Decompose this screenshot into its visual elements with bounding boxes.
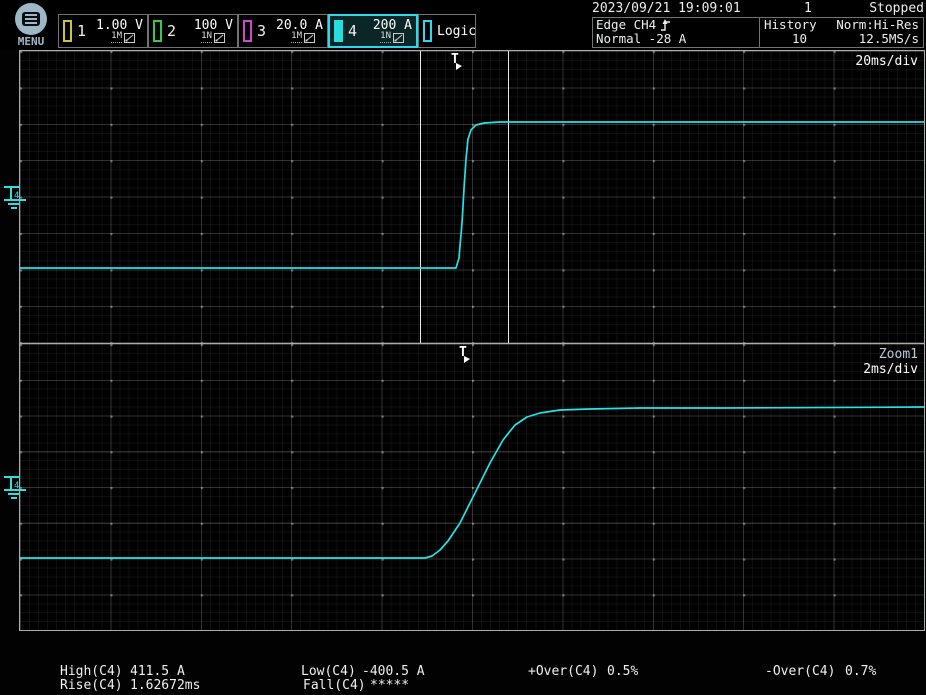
main-timebase-label: 20ms/div — [855, 54, 918, 69]
zoom-boundary-left[interactable] — [420, 51, 421, 343]
logic-color-swatch — [423, 20, 432, 42]
header-bar: MENU 1 1.00 V 1M 2 100 V 1N — [0, 0, 926, 50]
probe-icon — [393, 33, 404, 43]
hamburger-icon — [22, 12, 40, 26]
measurement-label: Rise(C4) — [60, 678, 123, 693]
channel-number: 2 — [167, 22, 176, 40]
main-graticule — [20, 51, 924, 343]
channel-coupling-label: 1N — [201, 32, 212, 43]
measurement-value: 411.5 A — [130, 664, 185, 679]
trigger-edge-label: Edge CH4 — [596, 18, 656, 32]
logic-button[interactable]: Logic — [418, 14, 476, 48]
zoom-window-title: Zoom1 — [863, 347, 918, 362]
channel-number: 3 — [257, 22, 266, 40]
channel-coupling-label: 1N — [380, 32, 391, 43]
main-waveform-window: T 20ms/div — [19, 50, 925, 343]
svg-text:4: 4 — [14, 191, 19, 201]
svg-text:4: 4 — [14, 481, 19, 491]
zoom-timebase-label: 2ms/div — [863, 362, 918, 377]
measurement-label: High(C4) — [60, 664, 123, 679]
zoom-graticule — [20, 344, 924, 630]
history-value: 10 — [764, 32, 807, 46]
channel-color-swatch — [63, 20, 72, 42]
channel-color-swatch — [153, 20, 162, 42]
measurement-label: -Over(C4) — [765, 664, 835, 679]
probe-icon — [304, 33, 315, 43]
measurement-value: 0.7% — [845, 664, 876, 679]
status-row: 2023/09/21 19:09:01 1 Stopped — [592, 1, 924, 16]
channel-number: 4 — [348, 22, 357, 40]
datetime-label: 2023/09/21 19:09:01 — [592, 1, 741, 16]
channel-coupling-label: 1M — [111, 32, 122, 43]
channel-box-2[interactable]: 2 100 V 1N — [148, 14, 238, 48]
ch4-ground-level-marker[interactable]: 4 — [1, 184, 31, 216]
trigger-mode-label: Normal -28 A — [596, 32, 756, 46]
logic-label: Logic — [437, 24, 476, 39]
ch4-ground-level-marker-zoom[interactable]: 4 — [1, 474, 31, 506]
zoom-boundary-right[interactable] — [508, 51, 509, 343]
menu-label: MENU — [8, 35, 54, 48]
measurement-value: 0.5% — [607, 664, 638, 679]
trigger-position-marker[interactable]: T — [450, 52, 466, 74]
channel-scale-value: 100 V — [194, 19, 233, 32]
channel-color-swatch — [243, 20, 252, 42]
measurement-value: -400.5 A — [362, 664, 425, 679]
trigger-info[interactable]: Edge CH4 Normal -28 A — [593, 18, 759, 47]
probe-icon — [124, 33, 135, 43]
history-label: History — [764, 18, 817, 32]
zoom-trigger-position-marker[interactable]: T — [458, 345, 474, 367]
sample-rate-label: 12.5MS/s — [859, 32, 919, 46]
run-status-label: Stopped — [869, 1, 924, 16]
measurement-label: Fall(C4) — [303, 678, 366, 693]
channel-coupling-label: 1M — [291, 32, 302, 43]
acquisition-info[interactable]: History Norm:Hi-Res 10 12.5MS/s — [759, 18, 923, 47]
channel-color-swatch — [334, 20, 343, 42]
channel-scale-value: 200 A — [373, 19, 412, 32]
channel-number: 1 — [77, 22, 86, 40]
acquisition-number: 1 — [804, 1, 812, 16]
trigger-acquisition-box[interactable]: Edge CH4 Normal -28 A History Norm:Hi-Re… — [592, 17, 924, 48]
acq-mode-label: Norm:Hi-Res — [836, 18, 919, 32]
measurement-value: ***** — [370, 678, 409, 693]
channel-box-3[interactable]: 3 20.0 A 1M — [238, 14, 328, 48]
measurement-value: 1.62672ms — [130, 678, 200, 693]
measurement-label: +Over(C4) — [528, 664, 598, 679]
rising-edge-icon — [660, 19, 672, 32]
menu-circle — [15, 3, 47, 35]
probe-icon — [214, 33, 225, 43]
channel-box-1[interactable]: 1 1.00 V 1M — [58, 14, 148, 48]
zoom-waveform-window: T Zoom1 2ms/div — [19, 343, 925, 631]
oscilloscope-screen: MENU 1 1.00 V 1M 2 100 V 1N — [0, 0, 926, 695]
channel-box-4[interactable]: 4 200 A 1N — [328, 14, 418, 48]
menu-button[interactable]: MENU — [8, 2, 54, 48]
measurement-label: Low(C4) — [301, 664, 356, 679]
